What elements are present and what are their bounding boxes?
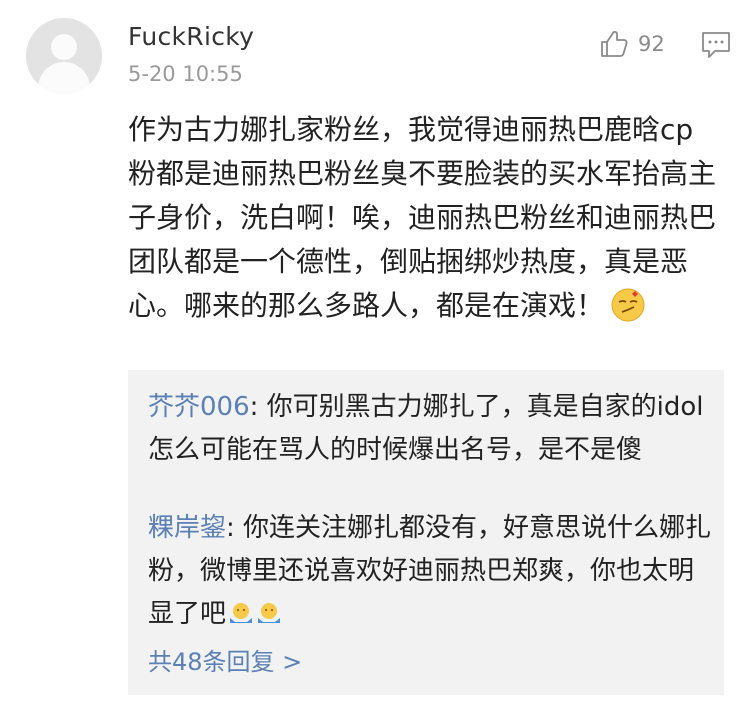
- reply-separator: :: [226, 513, 244, 543]
- avatar-head-shape: [51, 34, 77, 60]
- comment-bubble-icon[interactable]: [701, 31, 731, 59]
- smirk-emoji-icon: [611, 288, 645, 322]
- shrug-emoji-icon: [230, 603, 253, 623]
- reply-author[interactable]: 粿岸鋆: [148, 513, 226, 543]
- comment-username[interactable]: FuckRicky: [128, 22, 254, 51]
- avatar-body-shape: [38, 62, 90, 94]
- comment-text: 作为古力娜扎家粉丝，我觉得迪丽热巴鹿晗cp粉都是迪丽热巴粉丝臭不要脸装的买水军抬…: [128, 108, 718, 328]
- shrug-emoji-icon: [258, 603, 281, 623]
- thumbs-up-icon: [601, 31, 628, 57]
- reply-item[interactable]: 芥芥006: 你可别黑古力娜扎了，真是自家的idol怎么可能在骂人的时候爆出名号…: [148, 386, 714, 472]
- reply-item[interactable]: 粿岸鋆: 你连关注娜扎都没有，好意思说什么娜扎粉，微博里还说喜欢好迪丽热巴郑爽，…: [148, 507, 714, 636]
- replies-panel: 芥芥006: 你可别黑古力娜扎了，真是自家的idol怎么可能在骂人的时候爆出名号…: [128, 370, 724, 695]
- like-button[interactable]: 92: [598, 28, 665, 60]
- comment-timestamp: 5-20 10:55: [128, 62, 243, 86]
- more-replies-link[interactable]: 共48条回复 >: [148, 642, 302, 677]
- avatar[interactable]: [26, 18, 102, 94]
- reply-author[interactable]: 芥芥006: [148, 392, 250, 422]
- reply-separator: :: [249, 392, 267, 422]
- like-count: 92: [638, 32, 665, 56]
